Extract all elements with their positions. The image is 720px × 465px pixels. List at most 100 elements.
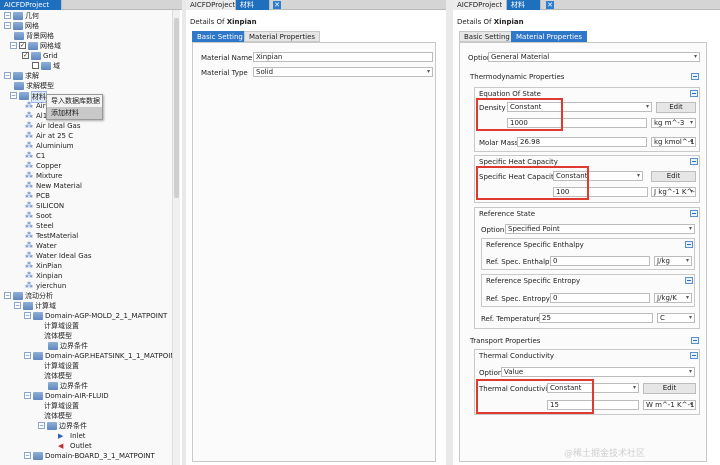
- molar-mass-field[interactable]: 26.98: [517, 137, 647, 147]
- tree-item[interactable]: ⁂ C1: [24, 151, 45, 161]
- tree-item[interactable]: 流体模型: [44, 331, 72, 341]
- tab-aicfdproject[interactable]: AICFDProject: [186, 0, 236, 10]
- collapse-icon[interactable]: [691, 337, 699, 344]
- expand-toggle-icon[interactable]: −: [4, 12, 11, 19]
- tree-scrollbar-thumb[interactable]: [174, 18, 179, 198]
- tree-item[interactable]: 域: [32, 61, 60, 71]
- tc-unit-select[interactable]: W m^-1 K^-1 ▾: [643, 400, 696, 410]
- expand-toggle-icon[interactable]: −: [4, 22, 11, 29]
- tree-item[interactable]: ⁂ Water Ideal Gas: [24, 251, 92, 261]
- tree-item[interactable]: 边界条件: [48, 341, 88, 351]
- tree-item[interactable]: 边界条件: [48, 381, 88, 391]
- tree-item[interactable]: ◀ Outlet: [58, 441, 92, 451]
- expand-toggle-icon[interactable]: −: [14, 302, 21, 309]
- collapse-icon[interactable]: [691, 73, 699, 80]
- expand-toggle-icon[interactable]: −: [10, 92, 17, 99]
- tree-item[interactable]: 背景网格: [14, 31, 54, 41]
- ref-enthalpy-field[interactable]: 0: [550, 256, 650, 266]
- tree-item[interactable]: ⁂ XinPian: [24, 261, 62, 271]
- shc-edit-button[interactable]: Edit: [651, 171, 696, 182]
- tree-item[interactable]: − Domain-BOARD_3_1_MATPOINT: [24, 451, 155, 461]
- tree-item[interactable]: − 网格: [4, 21, 39, 31]
- tab-material-properties[interactable]: Material Properties: [511, 31, 588, 42]
- tree-item[interactable]: ⁂ TestMaterial: [24, 231, 78, 241]
- material-type-select[interactable]: Solid ▾: [253, 67, 433, 77]
- tree-item[interactable]: − Domain-AGP.HEATSINK_1_1_MATPOINT: [24, 351, 172, 361]
- ref-entropy-field[interactable]: 0: [550, 293, 650, 303]
- tree-item[interactable]: ⁂ PCB: [24, 191, 50, 201]
- tree-item[interactable]: − 求解: [4, 71, 39, 81]
- tree-item[interactable]: ⁂ Aluminium: [24, 141, 74, 151]
- tree-item[interactable]: − 边界条件: [38, 421, 87, 431]
- tree-item[interactable]: ⁂ New Material: [24, 181, 82, 191]
- ref-enthalpy-unit-select[interactable]: J/kg ▾: [654, 256, 692, 266]
- tree-item[interactable]: ▶ Inlet: [58, 431, 86, 441]
- tree-scrollbar[interactable]: [172, 10, 180, 465]
- collapse-icon[interactable]: [685, 277, 693, 284]
- tree-item[interactable]: ✓ Grid: [22, 51, 58, 61]
- tree-item[interactable]: ⁂ Water: [24, 241, 57, 251]
- tree-item[interactable]: 流体模型: [44, 411, 72, 421]
- context-menu-add-material[interactable]: 添加材料: [47, 107, 102, 119]
- expand-toggle-icon[interactable]: −: [24, 352, 31, 359]
- tree-item[interactable]: − 几何: [4, 11, 39, 21]
- density-unit-select[interactable]: kg m^-3 ▾: [651, 118, 696, 128]
- ref-temp-field[interactable]: 25: [539, 313, 653, 323]
- tab-material[interactable]: 材料: [507, 0, 541, 10]
- tree-item[interactable]: ⁂ Mixture: [24, 171, 62, 181]
- tc-option-select[interactable]: Value ▾: [501, 367, 695, 377]
- tree-item[interactable]: ⁂ Air Ideal Gas: [24, 121, 80, 131]
- tree-item[interactable]: − ✓ 网格域: [10, 41, 61, 51]
- expand-toggle-icon[interactable]: −: [4, 292, 11, 299]
- tab-aicfdproject[interactable]: AICFDProject: [453, 0, 507, 10]
- collapse-icon[interactable]: [690, 158, 698, 165]
- tree-item[interactable]: ⁂ Soot: [24, 211, 52, 221]
- checkbox[interactable]: ✓: [19, 42, 26, 49]
- expand-toggle-icon[interactable]: −: [24, 392, 31, 399]
- tree-item[interactable]: ⁂ Xinpian: [24, 271, 62, 281]
- tree-item[interactable]: ⁂ Steel: [24, 221, 54, 231]
- tab-material[interactable]: 材料: [236, 0, 270, 10]
- molar-mass-unit-select[interactable]: kg kmol^-1 ▾: [651, 137, 696, 147]
- tree-item[interactable]: ⁂ yierchun: [24, 281, 66, 291]
- shc-unit-select[interactable]: J kg^-1 K^-1 ▾: [651, 187, 696, 197]
- tree-item[interactable]: 流体模型: [44, 371, 72, 381]
- tree-item[interactable]: ⁂ Copper: [24, 161, 61, 171]
- tree-item[interactable]: − 材料: [10, 91, 47, 103]
- close-icon[interactable]: ✕: [546, 1, 554, 9]
- expand-toggle-icon[interactable]: −: [24, 452, 31, 459]
- collapse-icon[interactable]: [685, 241, 693, 248]
- tab-aicfdproject[interactable]: AICFDProject: [0, 0, 62, 10]
- collapse-icon[interactable]: [690, 90, 698, 97]
- tab-basic-setting[interactable]: Basic Setting: [192, 31, 248, 42]
- tree-item[interactable]: ⁂ Air: [24, 101, 46, 111]
- tree-item[interactable]: − 流动分析: [4, 291, 53, 301]
- tc-edit-button[interactable]: Edit: [643, 383, 696, 394]
- checkbox[interactable]: [32, 62, 39, 69]
- checkbox[interactable]: ✓: [22, 52, 29, 59]
- expand-toggle-icon[interactable]: −: [38, 422, 45, 429]
- material-name-field[interactable]: Xinpian: [253, 52, 433, 62]
- context-menu-import-db[interactable]: 导入数据库数据: [47, 95, 102, 107]
- tree-item[interactable]: ⁂ SILICON: [24, 201, 64, 211]
- ref-temp-unit-select[interactable]: C ▾: [657, 313, 695, 323]
- tree-item[interactable]: ⁂ Al1: [24, 111, 47, 121]
- collapse-icon[interactable]: [690, 210, 698, 217]
- tab-material-properties[interactable]: Material Properties: [244, 31, 321, 42]
- ref-option-select[interactable]: Specified Point ▾: [505, 224, 695, 234]
- tree-item[interactable]: 计算域设置: [44, 401, 79, 411]
- expand-toggle-icon[interactable]: −: [10, 42, 17, 49]
- tab-basic-setting[interactable]: Basic Setting: [459, 31, 515, 42]
- tree-item[interactable]: 求解模型: [14, 81, 54, 91]
- tree-item[interactable]: 计算域设置: [44, 361, 79, 371]
- tree-item[interactable]: − Domain-AGP-MOLD_2_1_MATPOINT: [24, 311, 167, 321]
- tree-item[interactable]: − 计算域: [14, 301, 56, 311]
- density-edit-button[interactable]: Edit: [656, 102, 696, 113]
- expand-toggle-icon[interactable]: −: [24, 312, 31, 319]
- tree-item[interactable]: 计算域设置: [44, 321, 79, 331]
- tree-item[interactable]: ⁂ Air at 25 C: [24, 131, 73, 141]
- close-icon[interactable]: ✕: [273, 1, 281, 9]
- option-select[interactable]: General Material ▾: [488, 52, 700, 62]
- tree-item[interactable]: − Domain-AIR-FLUID: [24, 391, 109, 401]
- expand-toggle-icon[interactable]: −: [4, 72, 11, 79]
